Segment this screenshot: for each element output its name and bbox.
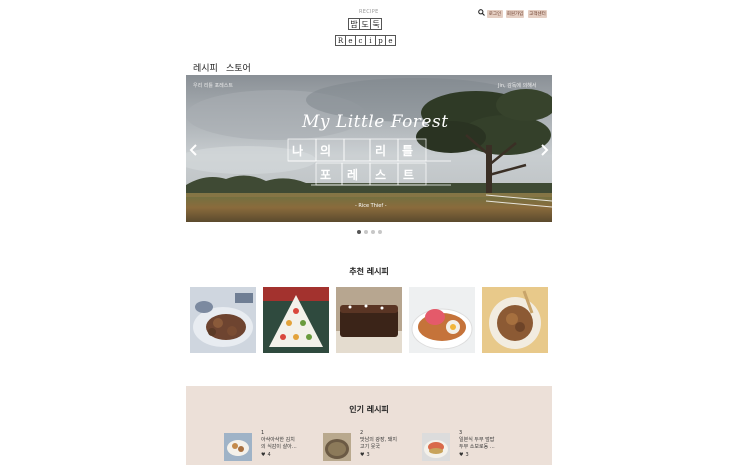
logo-korean[interactable]: 밥 도 둑 bbox=[348, 18, 382, 30]
banner-title-char: 스 bbox=[375, 168, 387, 182]
tab-store[interactable]: 스토어 bbox=[226, 61, 251, 74]
tab-recipe[interactable]: 레시피 bbox=[193, 61, 218, 74]
banner-title-char: 트 bbox=[403, 168, 415, 182]
recommended-card[interactable] bbox=[409, 287, 475, 353]
banner-title-char: 틀 bbox=[402, 144, 414, 158]
food-image bbox=[482, 287, 548, 353]
banner-caption-right: Jin, 감독에 의해서 bbox=[498, 83, 537, 89]
popular-item-title: 아삭아삭한 김치 의 식감이 살아… bbox=[261, 437, 297, 450]
heart-icon: ♥ bbox=[261, 452, 266, 458]
brand-small-text: RECIPE bbox=[359, 9, 379, 15]
food-thumbnail bbox=[224, 433, 252, 461]
recommended-card[interactable] bbox=[336, 287, 402, 353]
carousel-dot[interactable] bbox=[357, 230, 361, 234]
carousel-dot[interactable] bbox=[364, 230, 368, 234]
popular-item[interactable]: 3 일본식 두부 덮밥 두부 소보로동 … ♥ 3 bbox=[422, 430, 512, 462]
popular-item-title: 맛남의 광장, 돼지 고기 뭇국 bbox=[360, 437, 397, 450]
carousel-dots bbox=[357, 230, 382, 234]
banner-title-char: 레 bbox=[347, 168, 359, 182]
login-button[interactable]: 로그인 bbox=[487, 10, 503, 18]
popular-item[interactable]: 1 아삭아삭한 김치 의 식감이 살아… ♥ 4 bbox=[224, 430, 314, 462]
banner-title-char: 리 bbox=[375, 144, 387, 158]
banner-title-char: 포 bbox=[320, 168, 332, 182]
popular-item-title: 일본식 두부 덮밥 두부 소보로동 … bbox=[459, 437, 495, 450]
recommended-card[interactable] bbox=[263, 287, 329, 353]
food-image bbox=[409, 287, 475, 353]
popular-like-count: 4 bbox=[267, 452, 271, 458]
search-icon[interactable] bbox=[478, 9, 485, 16]
recommended-card[interactable] bbox=[190, 287, 256, 353]
food-thumbnail bbox=[323, 433, 351, 461]
popular-rank: 2 bbox=[360, 430, 364, 436]
recommended-card[interactable] bbox=[482, 287, 548, 353]
banner-caption-left: 우리 리틀 포레스트 bbox=[193, 83, 233, 89]
popular-title: 인기 레시피 bbox=[349, 405, 389, 414]
banner-credit: - Rice Thief - bbox=[355, 203, 387, 209]
banner-title-char: 나 bbox=[292, 144, 304, 158]
popular-like-count: 3 bbox=[465, 452, 469, 458]
food-image bbox=[263, 287, 329, 353]
logo-char: 둑 bbox=[370, 18, 382, 30]
popular-likes: ♥ 3 bbox=[360, 452, 370, 458]
food-image bbox=[190, 287, 256, 353]
popular-rank: 3 bbox=[459, 430, 463, 436]
heart-icon: ♥ bbox=[360, 452, 365, 458]
logo-english[interactable]: R e c i p e bbox=[335, 35, 396, 46]
signup-button[interactable]: 회원가입 bbox=[506, 10, 524, 18]
food-thumbnail bbox=[422, 433, 450, 461]
carousel-dot[interactable] bbox=[371, 230, 375, 234]
popular-like-count: 3 bbox=[366, 452, 370, 458]
banner-script-title: My Little Forest bbox=[302, 112, 449, 132]
popular-item[interactable]: 2 맛남의 광장, 돼지 고기 뭇국 ♥ 3 bbox=[323, 430, 413, 462]
chevron-left-icon[interactable] bbox=[189, 143, 199, 157]
banner-title-char: 의 bbox=[320, 144, 332, 158]
chevron-right-icon[interactable] bbox=[539, 143, 549, 157]
heart-icon: ♥ bbox=[459, 452, 464, 458]
popular-likes: ♥ 3 bbox=[459, 452, 469, 458]
recommended-title: 추천 레시피 bbox=[349, 267, 389, 276]
popular-likes: ♥ 4 bbox=[261, 452, 271, 458]
popular-rank: 1 bbox=[261, 430, 265, 436]
food-image bbox=[336, 287, 402, 353]
logo-char: e bbox=[385, 35, 396, 46]
carousel-dot[interactable] bbox=[378, 230, 382, 234]
customer-center-button[interactable]: 고객센터 bbox=[528, 10, 547, 18]
